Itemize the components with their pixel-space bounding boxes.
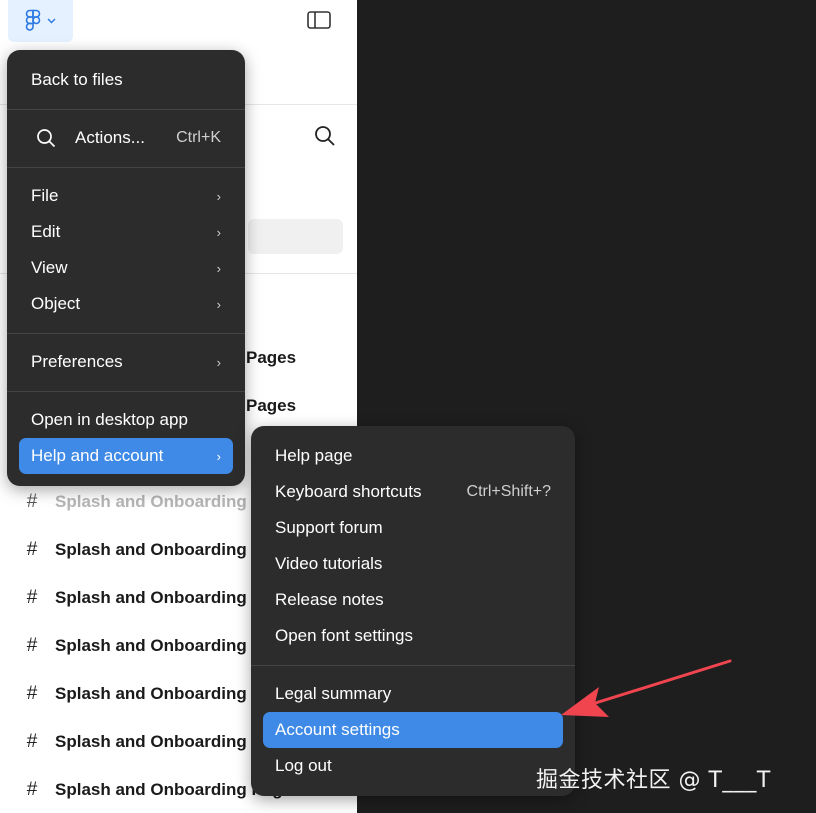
page-name-partial: Pages <box>246 396 297 415</box>
main-menu-button[interactable] <box>8 0 73 42</box>
menu-item-support-forum[interactable]: Support forum <box>263 510 563 546</box>
menu-item-object[interactable]: Object › <box>19 286 233 322</box>
sidebar-toggle-icon <box>307 11 331 29</box>
menu-item-help-page[interactable]: Help page <box>263 438 563 474</box>
menu-item-back-to-files[interactable]: Back to files <box>19 62 233 98</box>
menu-separator <box>7 109 245 110</box>
menu-separator <box>7 333 245 334</box>
menu-item-label: Support forum <box>275 518 383 537</box>
menu-item-label: Help and account <box>31 446 164 465</box>
page-row-label: Splash and Onboarding P <box>55 540 263 559</box>
menu-item-preferences[interactable]: Preferences › <box>19 344 233 380</box>
page-row-label: Splash and Onboarding P <box>55 732 263 751</box>
chevron-right-icon: › <box>216 260 221 276</box>
menu-item-open-font-settings[interactable]: Open font settings <box>263 618 563 654</box>
menu-item-label: Object <box>31 294 81 313</box>
chevron-right-icon: › <box>216 224 221 240</box>
hash-icon: # <box>26 731 38 752</box>
search-icon <box>37 129 56 148</box>
menu-item-help-and-account[interactable]: Help and account › <box>19 438 233 474</box>
menu-item-legal-summary[interactable]: Legal summary <box>263 676 563 712</box>
page-row-label: Splash and Onboarding P <box>55 492 263 511</box>
menu-item-video-tutorials[interactable]: Video tutorials <box>263 546 563 582</box>
hash-icon: # <box>26 587 38 608</box>
arrow-annotation-icon <box>561 659 732 717</box>
hash-icon: # <box>26 539 38 560</box>
menu-item-actions[interactable]: Actions... Ctrl+K <box>19 120 233 156</box>
menu-item-label: File <box>31 186 59 205</box>
hash-icon: # <box>26 779 38 800</box>
menu-item-label: Back to files <box>31 70 123 89</box>
chevron-right-icon: › <box>216 354 221 370</box>
menu-item-file[interactable]: File › <box>19 178 233 214</box>
menu-item-label: Account settings <box>275 720 400 739</box>
page-row-label: Splash and Onboarding P <box>55 588 263 607</box>
menu-item-release-notes[interactable]: Release notes <box>263 582 563 618</box>
menu-item-open-desktop-app[interactable]: Open in desktop app <box>19 402 233 438</box>
menu-item-shortcut: Ctrl+K <box>176 129 221 146</box>
chevron-right-icon: › <box>216 296 221 312</box>
page-row-label: Splash and Onboarding P <box>55 684 263 703</box>
page-row-label: Splash and Onboarding P <box>55 636 263 655</box>
sidebar-toggle-button[interactable] <box>306 9 332 31</box>
hash-icon: # <box>26 491 38 512</box>
menu-item-log-out[interactable]: Log out <box>263 748 563 784</box>
filter-input[interactable] <box>248 219 343 254</box>
menu-item-keyboard-shortcuts[interactable]: Keyboard shortcuts Ctrl+Shift+? <box>263 474 563 510</box>
menu-separator <box>7 391 245 392</box>
search-icon <box>315 126 335 146</box>
menu-item-label: Release notes <box>275 590 384 609</box>
chevron-right-icon: › <box>216 188 221 204</box>
search-button[interactable] <box>313 124 337 148</box>
menu-item-label: Log out <box>275 756 332 775</box>
chevron-down-icon <box>47 18 56 24</box>
menu-item-shortcut: Ctrl+Shift+? <box>466 483 551 500</box>
menu-item-edit[interactable]: Edit › <box>19 214 233 250</box>
menu-item-view[interactable]: View › <box>19 250 233 286</box>
menu-item-label: Edit <box>31 222 61 241</box>
menu-item-label: View <box>31 258 68 277</box>
menu-item-label: Open in desktop app <box>31 410 188 429</box>
menu-item-label: Help page <box>275 446 353 465</box>
menu-separator <box>251 665 575 666</box>
hash-icon: # <box>26 683 38 704</box>
app-window: Pages Pages # Splash and Onboarding P # … <box>0 0 816 813</box>
menu-item-label: Video tutorials <box>275 554 383 573</box>
page-row-label: Splash and Onboarding Pag <box>55 780 283 799</box>
menu-item-label: Open font settings <box>275 626 413 645</box>
help-and-account-submenu: Help page Keyboard shortcuts Ctrl+Shift+… <box>251 426 575 796</box>
menu-item-label: Actions... <box>75 128 145 147</box>
menu-item-account-settings[interactable]: Account settings <box>263 712 563 748</box>
watermark: 掘金技术社区 @ T___T <box>536 768 771 793</box>
menu-item-label: Keyboard shortcuts <box>275 482 422 501</box>
menu-item-label: Legal summary <box>275 684 392 703</box>
figma-logo-icon <box>25 9 41 31</box>
menu-separator <box>7 167 245 168</box>
menu-item-label: Preferences <box>31 352 123 371</box>
page-name-partial: Pages <box>246 348 297 367</box>
hash-icon: # <box>26 635 38 656</box>
main-menu: Back to files Actions... Ctrl+K File › E… <box>7 50 245 486</box>
chevron-right-icon: › <box>216 448 221 464</box>
